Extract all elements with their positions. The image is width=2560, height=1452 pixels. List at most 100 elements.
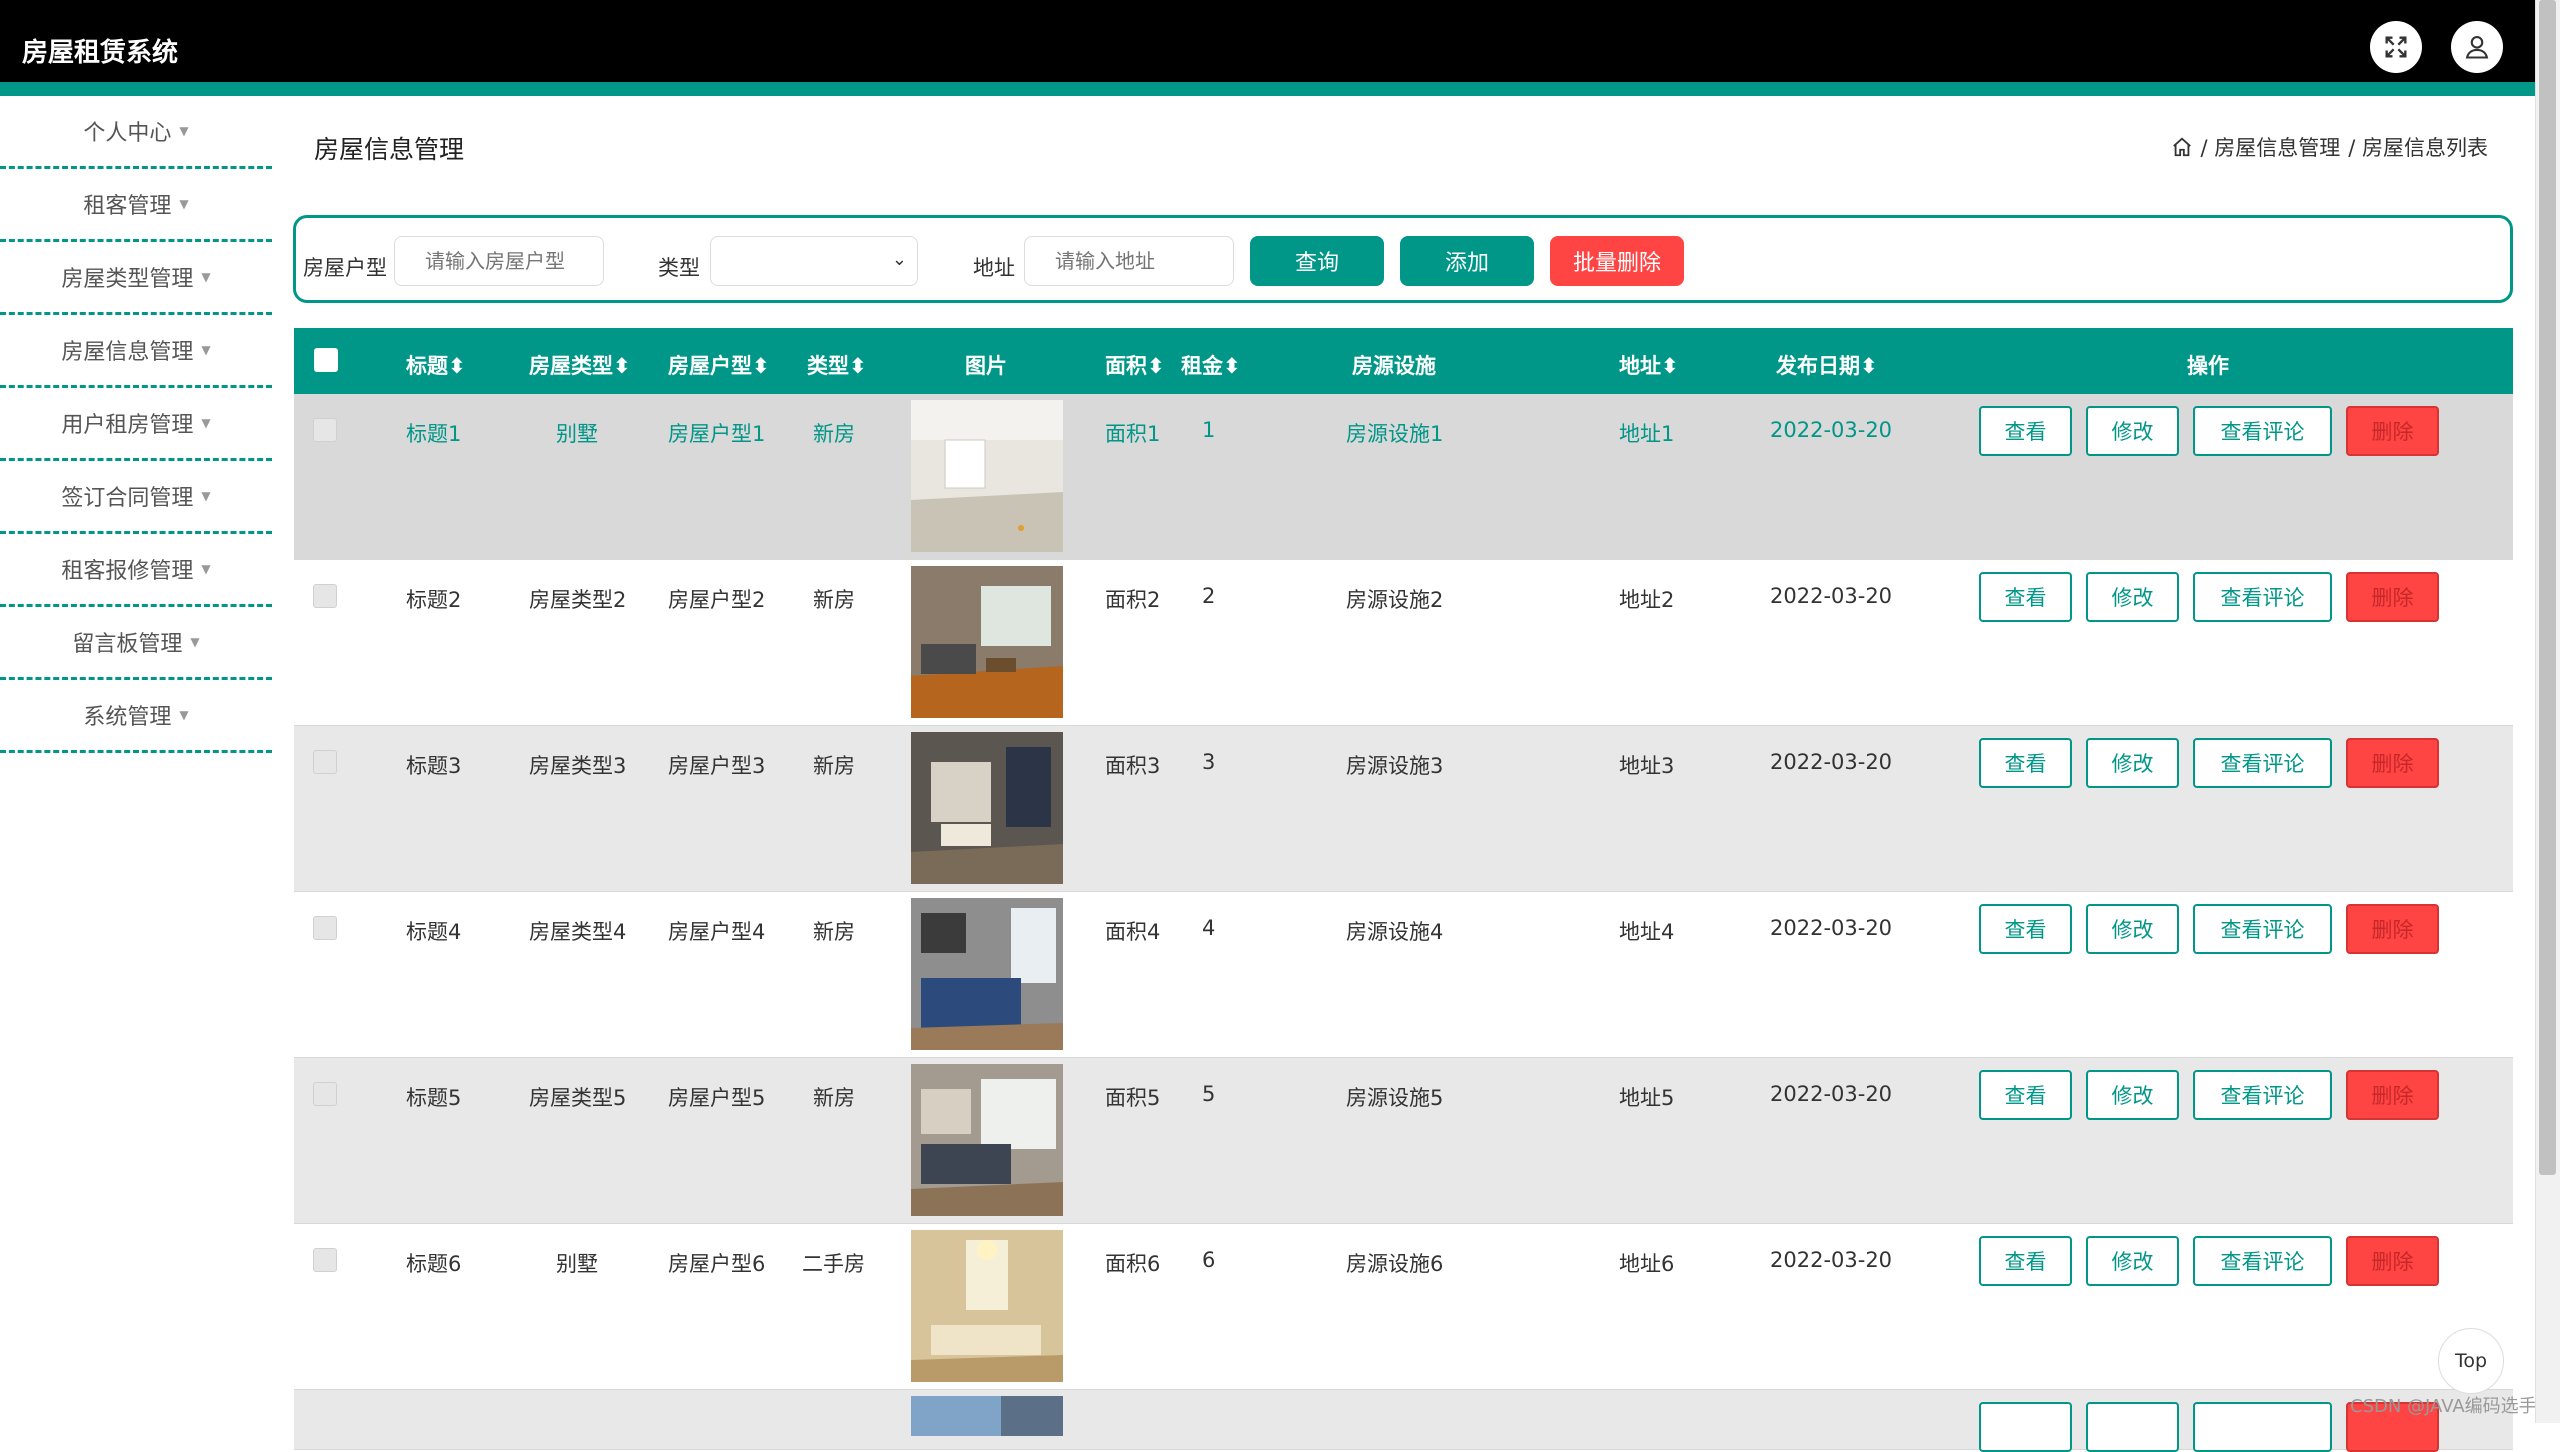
- delete-button[interactable]: 删除: [2346, 1236, 2439, 1286]
- sidebar-item-tenant-management[interactable]: 租客管理 ▼: [0, 169, 272, 242]
- cell-title: 标题5: [406, 1086, 462, 1110]
- house-image: [911, 1396, 1063, 1436]
- cell-date: 2022-03-20: [1770, 418, 1893, 442]
- view-comments-button[interactable]: 查看评论: [2193, 1070, 2332, 1120]
- caret-down-icon: ▼: [201, 416, 211, 430]
- cell-title: 标题1: [406, 422, 462, 446]
- delete-button[interactable]: 删除: [2346, 572, 2439, 622]
- watermark: CSDN @JAVA编码选手: [2350, 1396, 2537, 1417]
- col-header-house-category[interactable]: 房屋类型⬍: [529, 350, 631, 380]
- home-icon[interactable]: [2171, 136, 2193, 158]
- sidebar-item-personal-center[interactable]: 个人中心 ▼: [0, 96, 272, 169]
- cell-type: 新房: [813, 754, 855, 778]
- edit-button[interactable]: 修改: [2086, 738, 2179, 788]
- sort-icon: ⬍: [1147, 354, 1165, 378]
- sidebar-item-message-board-management[interactable]: 留言板管理 ▼: [0, 607, 272, 680]
- row-checkbox[interactable]: [313, 750, 337, 774]
- cell-facilities: 房源设施1: [1346, 422, 1444, 446]
- view-comments-button[interactable]: [2193, 1402, 2332, 1452]
- cell-type: 新房: [813, 422, 855, 446]
- edit-button[interactable]: 修改: [2086, 1070, 2179, 1120]
- view-button[interactable]: 查看: [1979, 1070, 2072, 1120]
- add-button[interactable]: 添加: [1400, 236, 1534, 286]
- view-comments-button[interactable]: 查看评论: [2193, 406, 2332, 456]
- delete-button[interactable]: 删除: [2346, 904, 2439, 954]
- sidebar-item-label: 租客报修管理: [61, 559, 194, 584]
- row-checkbox[interactable]: [313, 1248, 337, 1272]
- edit-button[interactable]: [2086, 1402, 2179, 1452]
- address-input[interactable]: [1024, 236, 1234, 286]
- cell-area: 面积2: [1105, 588, 1161, 612]
- breadcrumb-item[interactable]: / 房屋信息管理: [2201, 132, 2341, 162]
- view-button[interactable]: 查看: [1979, 738, 2072, 788]
- sort-icon: ⬍: [849, 354, 867, 378]
- view-comments-button[interactable]: 查看评论: [2193, 738, 2332, 788]
- sidebar-item-label: 租客管理: [83, 194, 172, 219]
- scrollbar-thumb[interactable]: [2539, 0, 2556, 1175]
- sidebar-item-label: 房屋信息管理: [61, 340, 194, 365]
- query-button[interactable]: 查询: [1250, 236, 1384, 286]
- fullscreen-button[interactable]: [2370, 21, 2422, 73]
- cell-area: 面积3: [1105, 754, 1161, 778]
- edit-button[interactable]: 修改: [2086, 572, 2179, 622]
- house-info-table: 标题⬍ 房屋类型⬍ 房屋户型⬍ 类型⬍ 图片 面积⬍ 租金⬍ 房源设施 地址⬍ …: [294, 328, 2513, 1452]
- cell-rent: 6: [1202, 1248, 1216, 1272]
- delete-button[interactable]: 删除: [2346, 1070, 2439, 1120]
- sidebar-item-label: 签订合同管理: [61, 486, 194, 511]
- user-button[interactable]: [2451, 21, 2503, 73]
- house-layout-input[interactable]: [394, 236, 604, 286]
- view-button[interactable]: 查看: [1979, 1236, 2072, 1286]
- sidebar-item-label: 用户租房管理: [61, 413, 194, 438]
- col-header-area[interactable]: 面积⬍: [1105, 350, 1165, 380]
- delete-button[interactable]: 删除: [2346, 738, 2439, 788]
- sidebar-item-user-rental-management[interactable]: 用户租房管理 ▼: [0, 388, 272, 461]
- row-checkbox[interactable]: [313, 584, 337, 608]
- edit-button[interactable]: 修改: [2086, 1236, 2179, 1286]
- table-row: 标题3 房屋类型3 房屋户型3 新房 面积3 3 房源设施3 地址3 2022-…: [294, 726, 2513, 892]
- row-checkbox[interactable]: [313, 916, 337, 940]
- delete-button[interactable]: 删除: [2346, 406, 2439, 456]
- cell-date: 2022-03-20: [1770, 750, 1893, 774]
- address-label: 地址: [973, 256, 1015, 280]
- view-comments-button[interactable]: 查看评论: [2193, 904, 2332, 954]
- col-header-house-layout[interactable]: 房屋户型⬍: [668, 350, 770, 380]
- table-row: 标题5 房屋类型5 房屋户型5 新房 面积5 5 房源设施5 地址5 2022-…: [294, 1058, 2513, 1224]
- edit-button[interactable]: 修改: [2086, 904, 2179, 954]
- caret-down-icon: ▼: [179, 708, 189, 722]
- col-header-address[interactable]: 地址⬍: [1619, 350, 1679, 380]
- batch-delete-button[interactable]: 批量删除: [1550, 236, 1684, 286]
- col-header-title[interactable]: 标题⬍: [406, 350, 466, 380]
- cell-title: 标题4: [406, 920, 462, 944]
- cell-rent: 5: [1202, 1082, 1216, 1106]
- view-button[interactable]: 查看: [1979, 406, 2072, 456]
- cell-layout: 房屋户型1: [668, 422, 766, 446]
- row-checkbox[interactable]: [313, 418, 337, 442]
- type-select[interactable]: ⌄: [710, 236, 918, 286]
- user-icon: [2465, 36, 2489, 59]
- select-all-checkbox[interactable]: [314, 348, 338, 372]
- view-button[interactable]: 查看: [1979, 904, 2072, 954]
- view-button[interactable]: [1979, 1402, 2072, 1452]
- view-comments-button[interactable]: 查看评论: [2193, 1236, 2332, 1286]
- house-image: [911, 732, 1063, 884]
- sidebar-item-house-type-management[interactable]: 房屋类型管理 ▼: [0, 242, 272, 315]
- sidebar-item-house-info-management[interactable]: 房屋信息管理 ▼: [0, 315, 272, 388]
- sidebar-item-contract-management[interactable]: 签订合同管理 ▼: [0, 461, 272, 534]
- sidebar-item-system-management[interactable]: 系统管理 ▼: [0, 680, 272, 753]
- col-header-facilities: 房源设施: [1352, 354, 1436, 378]
- row-checkbox[interactable]: [313, 1082, 337, 1106]
- sidebar-item-label: 个人中心: [83, 121, 172, 146]
- cell-layout: 房屋户型6: [668, 1252, 766, 1276]
- caret-down-icon: ▼: [201, 270, 211, 284]
- edit-button[interactable]: 修改: [2086, 406, 2179, 456]
- view-comments-button[interactable]: 查看评论: [2193, 572, 2332, 622]
- back-to-top-button[interactable]: Top: [2438, 1328, 2504, 1394]
- cell-date: 2022-03-20: [1770, 1082, 1893, 1106]
- sidebar-item-repair-management[interactable]: 租客报修管理 ▼: [0, 534, 272, 607]
- cell-area: 面积5: [1105, 1086, 1161, 1110]
- view-button[interactable]: 查看: [1979, 572, 2072, 622]
- cell-date: 2022-03-20: [1770, 916, 1893, 940]
- col-header-rent[interactable]: 租金⬍: [1181, 350, 1241, 380]
- col-header-publish-date[interactable]: 发布日期⬍: [1776, 350, 1878, 380]
- col-header-type[interactable]: 类型⬍: [807, 350, 867, 380]
